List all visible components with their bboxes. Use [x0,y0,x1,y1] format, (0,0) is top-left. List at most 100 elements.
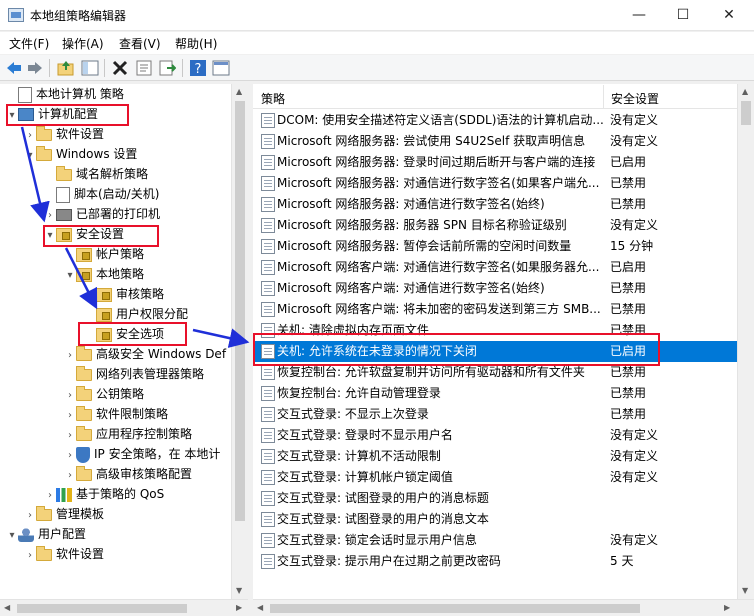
tree-item[interactable]: 网络列表管理器策略 [64,364,204,384]
view-icon[interactable] [212,59,230,77]
expand-icon[interactable]: › [64,426,76,446]
delete-icon[interactable] [111,59,129,77]
up-folder-icon[interactable] [57,59,75,77]
expand-icon[interactable]: › [64,386,76,406]
policy-name: 恢复控制台: 允许自动管理登录 [277,386,441,400]
tree-item[interactable]: 审核策略 [84,284,164,304]
collapse-icon[interactable]: ▾ [64,266,76,286]
maximize-button[interactable]: ☐ [660,0,706,30]
tree-item[interactable]: › IP 安全策略，在 本地计 [64,444,220,464]
close-button[interactable]: ✕ [706,0,752,30]
tree-item[interactable]: › 已部署的打印机 [44,204,160,224]
expand-icon[interactable]: › [44,486,56,506]
policy-row[interactable]: Microsoft 网络服务器: 对通信进行数字签名(始终) 已禁用 [253,194,737,215]
policy-row[interactable]: Microsoft 网络服务器: 尝试使用 S4U2Self 获取声明信息 没有定… [253,131,737,152]
policy-row[interactable]: Microsoft 网络服务器: 登录时间过期后断开与客户端的连接 已启用 [253,152,737,173]
policy-row[interactable]: 交互式登录: 试图登录的用户的消息文本 [253,509,737,530]
policy-row[interactable]: 交互式登录: 登录时不显示用户名 没有定义 [253,425,737,446]
policy-row[interactable]: 交互式登录: 不显示上次登录 已禁用 [253,404,737,425]
scroll-right-icon[interactable]: ▶ [236,603,242,612]
help-icon[interactable]: ? [189,59,207,77]
policy-row[interactable]: 交互式登录: 试图登录的用户的消息标题 [253,488,737,509]
tree-item[interactable]: › 高级审核策略配置 [64,464,192,484]
tree-item[interactable]: 本地计算机 策略 [6,84,124,104]
policy-row[interactable]: 交互式登录: 计算机不活动限制 没有定义 [253,446,737,467]
back-icon[interactable] [5,59,23,77]
column-policy[interactable]: 策略 [261,90,285,107]
policy-row[interactable]: Microsoft 网络服务器: 服务器 SPN 目标名称验证级别 没有定义 [253,215,737,236]
scroll-thumb[interactable] [235,101,245,521]
scroll-left-icon[interactable]: ◀ [257,603,263,612]
menu-help[interactable]: 帮助(H) [175,35,217,52]
scroll-left-icon[interactable]: ◀ [4,603,10,612]
tree-item[interactable]: › 基于策略的 QoS [44,484,164,504]
scroll-down-icon[interactable]: ▼ [742,586,748,595]
column-divider[interactable] [603,85,604,109]
policy-row[interactable]: DCOM: 使用安全描述符定义语言(SDDL)语法的计算机启动... 没有定义 [253,110,737,131]
tree-item[interactable]: 脚本(启动/关机) [44,184,159,204]
expand-icon[interactable]: › [64,466,76,486]
column-security-setting[interactable]: 安全设置 [611,90,659,107]
collapse-icon[interactable]: ▾ [44,226,56,246]
tree-item[interactable]: ▾ 计算机配置 [6,104,98,124]
tree-item[interactable]: › 软件设置 [24,124,104,144]
expand-icon[interactable]: › [64,446,76,466]
menu-file[interactable]: 文件(F) [9,35,49,52]
tree-item[interactable]: › 帐户策略 [64,244,144,264]
tree-vertical-scrollbar[interactable]: ▲ ▼ [231,84,248,600]
policy-row[interactable]: 恢复控制台: 允许软盘复制并访问所有驱动器和所有文件夹 已禁用 [253,362,737,383]
minimize-button[interactable]: — [616,0,662,30]
list-vertical-scrollbar[interactable]: ▲ ▼ [737,84,754,600]
expand-icon[interactable]: › [44,206,56,226]
expand-icon[interactable]: › [24,126,36,146]
list-horizontal-scrollbar[interactable]: ◀ ▶ [253,599,754,616]
expand-icon[interactable]: › [64,406,76,426]
expand-icon[interactable]: › [64,246,76,266]
properties-icon[interactable] [135,59,153,77]
policy-row[interactable]: 交互式登录: 锁定会话时显示用户信息 没有定义 [253,530,737,551]
policy-row[interactable]: Microsoft 网络服务器: 对通信进行数字签名(如果客户端允... 已禁用 [253,173,737,194]
tree-horizontal-scrollbar[interactable]: ◀ ▶ [0,599,248,616]
tree-item[interactable]: › 公钥策略 [64,384,144,404]
tree-item[interactable]: 域名解析策略 [44,164,148,184]
scroll-down-icon[interactable]: ▼ [236,586,242,595]
tree-item[interactable]: 安全选项 [84,324,164,344]
tree-item[interactable]: › 软件设置 [24,544,104,564]
policy-row[interactable]: 恢复控制台: 允许自动管理登录 已禁用 [253,383,737,404]
collapse-icon[interactable]: ▾ [24,146,36,166]
policy-row[interactable]: Microsoft 网络客户端: 对通信进行数字签名(如果服务器允... 已启用 [253,257,737,278]
show-tree-icon[interactable] [81,59,99,77]
expand-icon[interactable]: › [24,506,36,526]
forward-icon[interactable] [26,59,44,77]
scroll-up-icon[interactable]: ▲ [236,87,242,96]
tree-item[interactable]: 用户权限分配 [84,304,188,324]
expand-icon[interactable]: › [24,546,36,566]
policy-row[interactable]: 关机: 清除虚拟内存页面文件 已禁用 [253,320,737,341]
scroll-thumb[interactable] [270,604,640,613]
scroll-right-icon[interactable]: ▶ [724,603,730,612]
collapse-icon[interactable]: ▾ [6,106,18,126]
tree-item[interactable]: ▾ 安全设置 [44,224,124,244]
policy-row[interactable]: Microsoft 网络服务器: 暂停会话前所需的空闲时间数量 15 分钟 [253,236,737,257]
expand-icon[interactable]: › [64,346,76,366]
tree-item[interactable]: ▾ 用户配置 [6,524,86,544]
tree-item[interactable]: › 管理模板 [24,504,104,524]
policy-row[interactable]: Microsoft 网络客户端: 将未加密的密码发送到第三方 SMB... 已禁用 [253,299,737,320]
policy-setting: 已禁用 [610,176,647,190]
scroll-thumb[interactable] [741,101,751,125]
collapse-icon[interactable]: ▾ [6,526,18,546]
policy-row[interactable]: 交互式登录: 计算机帐户锁定阈值 没有定义 [253,467,737,488]
tree-item[interactable]: ▾ 本地策略 [64,264,144,284]
menu-action[interactable]: 操作(A) [62,35,104,52]
policy-row[interactable]: 关机: 允许系统在未登录的情况下关闭 已启用 [253,341,737,362]
policy-row[interactable]: 交互式登录: 提示用户在过期之前更改密码 5 天 [253,551,737,572]
tree-item[interactable]: ▾ Windows 设置 [24,144,137,164]
policy-row[interactable]: Microsoft 网络客户端: 对通信进行数字签名(始终) 已禁用 [253,278,737,299]
tree-item[interactable]: › 高级安全 Windows Def [64,344,226,364]
menu-view[interactable]: 查看(V) [119,35,161,52]
scroll-up-icon[interactable]: ▲ [742,87,748,96]
tree-item[interactable]: › 应用程序控制策略 [64,424,192,444]
export-icon[interactable] [158,59,176,77]
scroll-thumb[interactable] [17,604,187,613]
tree-item[interactable]: › 软件限制策略 [64,404,168,424]
